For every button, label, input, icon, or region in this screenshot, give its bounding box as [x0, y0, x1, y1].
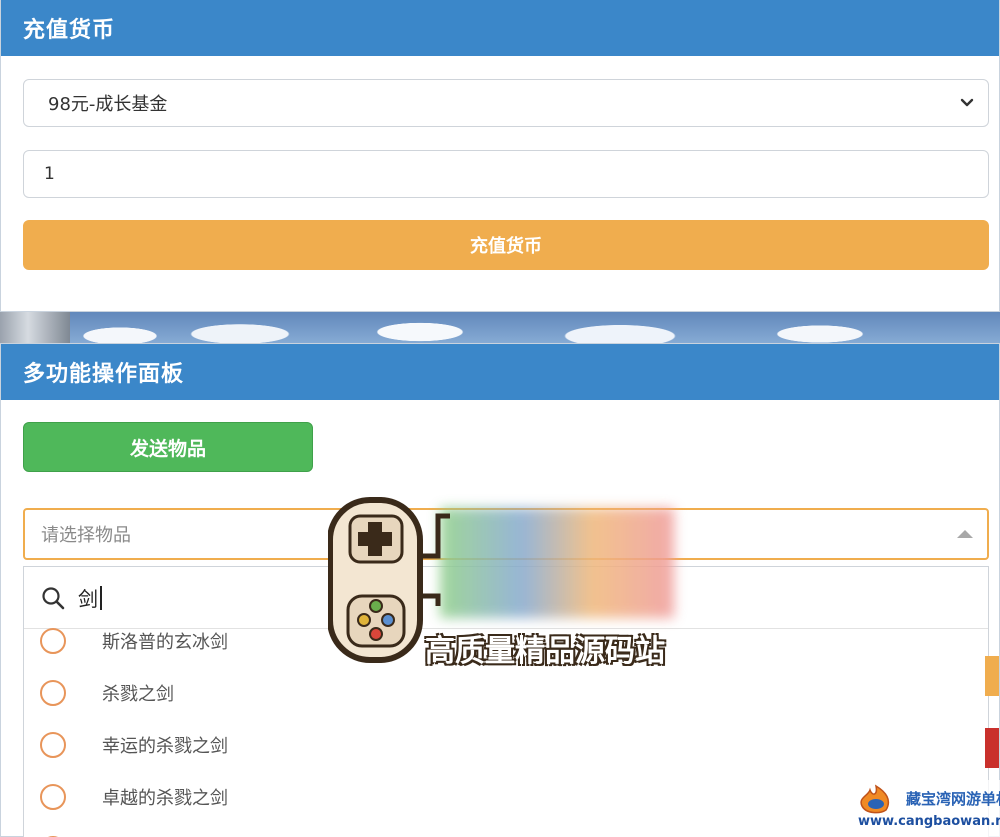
item-option-label: 杀戮之剑	[102, 684, 174, 705]
amount-input[interactable]: 1	[23, 150, 989, 198]
hidden-control-fragment	[985, 656, 999, 696]
recharge-panel: 充值货币 98元-成长基金 1 充值货币	[0, 0, 1000, 312]
send-item-button[interactable]: 发送物品	[23, 422, 313, 472]
amount-input-value: 1	[44, 164, 55, 184]
item-search-query: 剑	[78, 587, 98, 611]
radio-icon	[40, 628, 66, 654]
radio-icon	[40, 784, 66, 810]
watermark-text: 高质量精品源码站	[425, 634, 665, 669]
item-option-label: 幸运的杀戮之剑	[102, 736, 228, 757]
item-option[interactable]: 卓越的杀戮之剑	[24, 771, 988, 823]
hidden-control-fragment	[985, 728, 999, 768]
caret-up-icon	[957, 530, 973, 538]
corner-watermark: 藏宝湾网游单机 www.cangbaowan.net	[850, 780, 1000, 837]
radio-icon	[40, 680, 66, 706]
recharge-button[interactable]: 充值货币	[23, 220, 989, 270]
item-option-partial[interactable]	[24, 823, 988, 837]
radio-icon	[40, 732, 66, 758]
corner-watermark-url: www.cangbaowan.net	[858, 814, 1000, 829]
item-option[interactable]: 幸运的杀戮之剑	[24, 719, 988, 771]
item-option-label: 卓越的杀戮之剑	[102, 788, 228, 809]
chevron-down-icon	[960, 98, 974, 107]
text-cursor	[100, 585, 102, 610]
package-select-value: 98元-成长基金	[48, 94, 168, 115]
recharge-panel-title: 充值货币	[1, 0, 999, 56]
multi-panel-title: 多功能操作面板	[1, 344, 999, 400]
package-select[interactable]: 98元-成长基金	[23, 79, 989, 127]
flame-logo-icon	[860, 784, 890, 814]
item-option[interactable]: 杀戮之剑	[24, 667, 988, 719]
search-icon	[42, 586, 65, 609]
item-select-placeholder: 请选择物品	[41, 525, 131, 546]
item-option-label: 斯洛普的玄冰剑	[102, 632, 228, 653]
corner-watermark-title: 藏宝湾网游单机	[906, 790, 1000, 808]
